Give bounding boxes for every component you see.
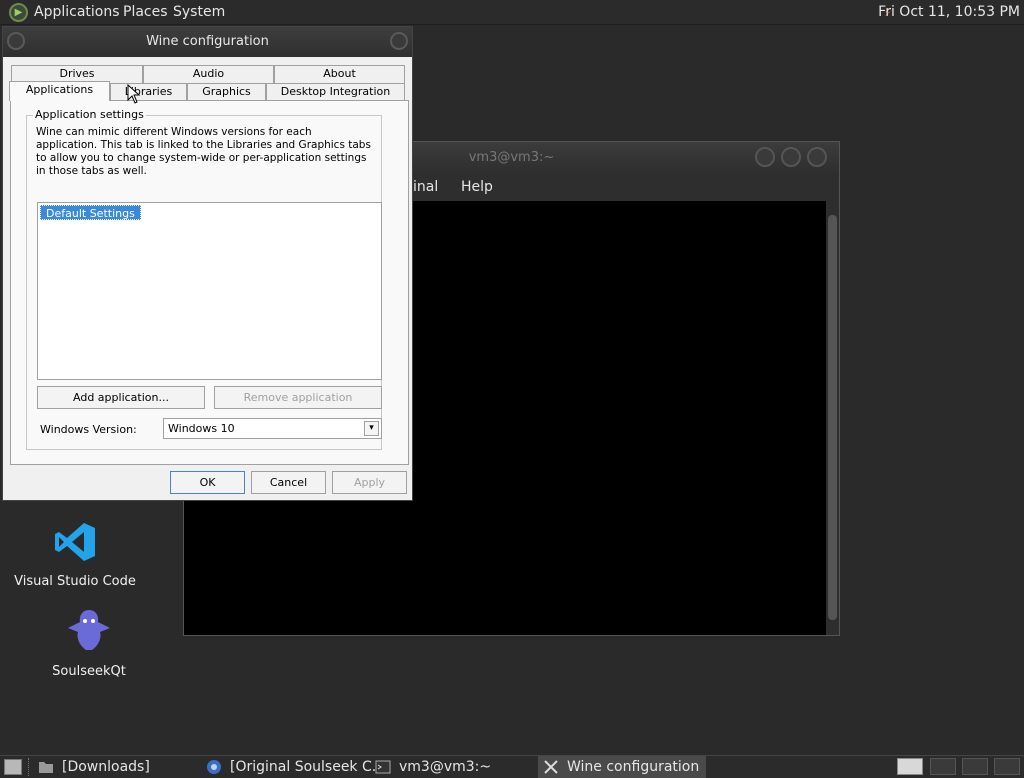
tools-icon (543, 759, 559, 775)
application-list[interactable]: Default Settings (37, 202, 382, 380)
list-item[interactable]: Default Settings (40, 205, 141, 220)
ok-button[interactable]: OK (170, 471, 245, 494)
maximize-button[interactable] (781, 147, 801, 167)
task-label: [Downloads] (62, 759, 150, 775)
add-application-button[interactable]: Add application... (37, 386, 205, 409)
top-panel: ▶ Applications Places System ⚡ Fri Oct 1… (0, 0, 1024, 25)
tab-applications[interactable]: Applications (9, 81, 110, 101)
tab-graphics[interactable]: Graphics (187, 83, 266, 101)
windows-version-select[interactable]: Windows 10 ▾ (163, 418, 382, 439)
task-label: vm3@vm3:~ (399, 759, 492, 775)
remove-application-button[interactable]: Remove application (214, 386, 382, 409)
clock[interactable]: Fri Oct 11, 10:53 PM (878, 4, 1020, 20)
menu-terminal[interactable]: inal (413, 179, 438, 195)
workspace-switcher-4[interactable] (994, 758, 1020, 775)
show-desktop-icon[interactable] (4, 759, 22, 775)
windows-version-label: Windows Version: (40, 423, 137, 436)
task-label: [Original Soulseek C... (230, 759, 386, 775)
taskbar: [Downloads] [Original Soulseek C... vm3@… (0, 755, 1024, 778)
task-label: Wine configuration (567, 759, 700, 775)
apply-button[interactable]: Apply (332, 471, 407, 494)
distro-logo-icon[interactable]: ▶ (9, 3, 28, 22)
workspace-switcher-1[interactable] (897, 758, 923, 775)
menu-places[interactable]: Places (123, 4, 168, 20)
tab-desktop-integration[interactable]: Desktop Integration (266, 83, 405, 101)
minimize-button[interactable] (755, 147, 775, 167)
browser-icon (206, 759, 222, 775)
menu-applications[interactable]: Applications (34, 4, 120, 20)
task-terminal[interactable]: vm3@vm3:~ (375, 756, 533, 778)
chevron-down-icon[interactable]: ▾ (364, 421, 379, 436)
desktop-icon-soulseek[interactable]: SoulseekQt (14, 606, 164, 679)
mouse-cursor-icon (127, 84, 141, 104)
window-menu-button[interactable] (7, 32, 25, 50)
terminal-scrollbar[interactable] (826, 201, 839, 635)
terminal-title: vm3@vm3:~ (468, 150, 555, 165)
folder-icon (38, 759, 54, 775)
taskbar-separator (28, 758, 30, 776)
windows-version-value: Windows 10 (168, 422, 235, 435)
close-button[interactable] (807, 147, 827, 167)
close-button[interactable] (390, 32, 408, 50)
scrollbar-thumb[interactable] (828, 215, 837, 620)
task-wine-configuration[interactable]: Wine configuration (538, 756, 706, 778)
desktop-icon-label: SoulseekQt (52, 664, 126, 679)
workspace-switcher-3[interactable] (962, 758, 988, 775)
tab-audio[interactable]: Audio (143, 65, 274, 83)
vscode-icon (0, 520, 150, 568)
wine-config-dialog[interactable]: Wine configuration Drives Audio About Ap… (2, 26, 413, 501)
task-soulseek-browser[interactable]: [Original Soulseek C... (206, 756, 385, 778)
wine-title: Wine configuration (146, 34, 269, 49)
cancel-button[interactable]: Cancel (251, 471, 326, 494)
desktop-icon-vscode[interactable]: Visual Studio Code (0, 520, 150, 589)
tab-panel: Application settings Wine can mimic diff… (10, 100, 409, 465)
tab-about[interactable]: About (274, 65, 405, 83)
menu-help[interactable]: Help (461, 179, 493, 195)
tab-libraries[interactable]: Libraries (110, 83, 187, 101)
wine-titlebar[interactable]: Wine configuration (3, 27, 412, 57)
group-label: Application settings (33, 108, 146, 121)
desktop-icon-label: Visual Studio Code (14, 574, 136, 589)
workspace-switcher-2[interactable] (930, 758, 956, 775)
task-downloads[interactable]: [Downloads] (38, 756, 198, 778)
application-settings-group: Application settings Wine can mimic diff… (26, 108, 382, 450)
terminal-icon (375, 759, 391, 775)
soulseek-icon (14, 606, 164, 658)
description-text: Wine can mimic different Windows version… (36, 126, 371, 177)
menu-system[interactable]: System (173, 4, 225, 20)
